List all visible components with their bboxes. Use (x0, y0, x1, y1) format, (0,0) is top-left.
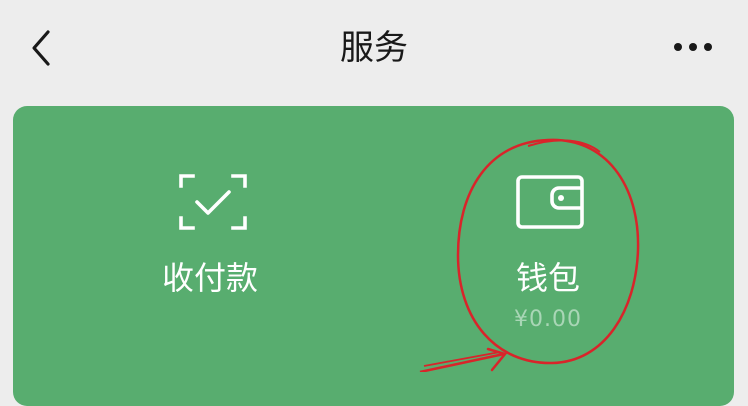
wallet-service[interactable]: 钱包 ¥0.00 (418, 106, 678, 372)
service-card: 收付款 钱包 ¥0.00 (13, 106, 734, 406)
navigation-bar: 服务 (0, 0, 748, 100)
pay-receive-service[interactable]: 收付款 (80, 106, 340, 372)
wallet-label: 钱包 (515, 259, 580, 297)
wallet-balance: ¥0.00 (514, 307, 582, 332)
page-title: 服务 (340, 28, 408, 68)
wallet-icon (516, 175, 584, 229)
more-dots-icon (674, 43, 712, 51)
more-button[interactable] (668, 30, 718, 66)
scan-check-icon (179, 174, 247, 230)
pay-receive-label: 收付款 (161, 259, 258, 297)
